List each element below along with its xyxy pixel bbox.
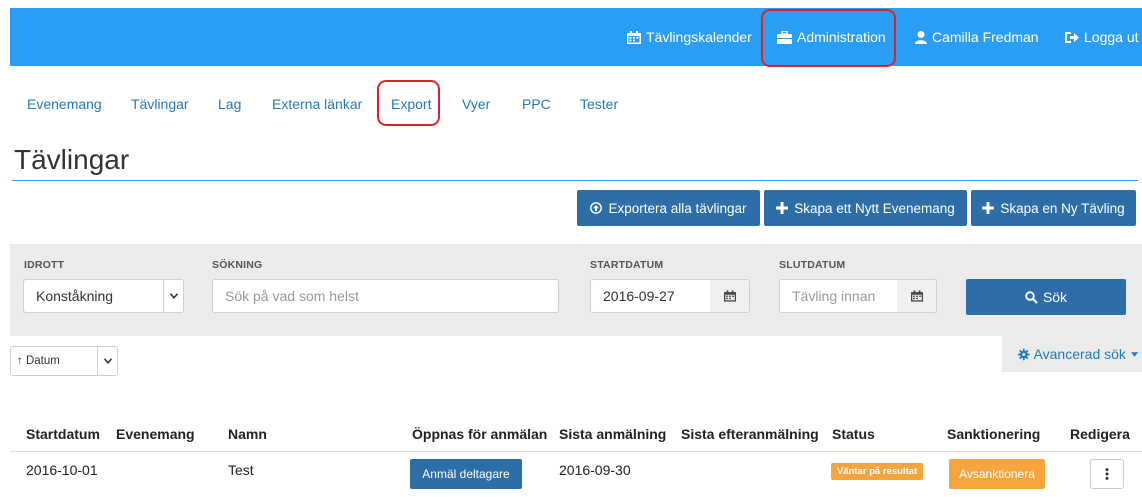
col-startdatum[interactable]: Startdatum	[26, 426, 100, 442]
subnav-externa-lankar[interactable]: Externa länkar	[272, 96, 362, 112]
chevron-down-icon	[163, 280, 183, 312]
subnav-evenemang[interactable]: Evenemang	[27, 96, 102, 112]
register-participant-button[interactable]: Anmäl deltagare	[410, 459, 522, 489]
advanced-search-toggle[interactable]: Avancerad sök	[1002, 336, 1142, 372]
col-oppnas[interactable]: Öppnas för anmälan	[412, 426, 547, 442]
create-competition-label: Skapa en Ny Tävling	[1000, 200, 1125, 216]
title-underline	[12, 180, 1138, 181]
col-status[interactable]: Status	[832, 426, 875, 442]
plus-icon	[776, 202, 789, 214]
table-header-divider	[10, 451, 1142, 452]
export-all-label: Exportera alla tävlingar	[608, 200, 747, 216]
startdate-calendar-button[interactable]	[710, 279, 750, 313]
logout-icon	[1065, 31, 1079, 43]
plus-icon	[982, 202, 995, 214]
page-title: Tävlingar	[14, 144, 130, 175]
create-event-label: Skapa ett Nytt Evenemang	[794, 200, 955, 216]
admin-highlight-box	[761, 9, 896, 67]
col-evenemang[interactable]: Evenemang	[116, 426, 195, 442]
startdate-label: STARTDATUM	[590, 259, 664, 271]
subnav-lag[interactable]: Lag	[218, 96, 241, 112]
col-sanktionering[interactable]: Sanktionering	[947, 426, 1040, 442]
cell-startdatum: 2016-10-01	[26, 462, 98, 478]
advanced-search-label: Avancerad sök	[1033, 346, 1126, 362]
search-input[interactable]: Sök på vad som helst	[212, 279, 559, 313]
circle-arrow-up-icon	[590, 202, 603, 214]
search-icon	[1025, 290, 1038, 304]
nav-tavlingskalender[interactable]: Tävlingskalender	[627, 8, 752, 66]
enddate-input[interactable]: Tävling innan	[779, 279, 898, 313]
calendar-icon	[627, 30, 641, 44]
nav-calendar-label: Tävlingskalender	[646, 29, 752, 45]
chevron-down-icon	[97, 347, 117, 375]
subnav-tester[interactable]: Tester	[580, 96, 618, 112]
col-sista-anmalning[interactable]: Sista anmälning	[559, 426, 666, 442]
status-badge: Väntar på resultat	[831, 463, 924, 480]
enddate-label: SLUTDATUM	[779, 259, 846, 271]
export-highlight-box	[377, 80, 440, 126]
nav-user[interactable]: Camilla Fredman	[915, 8, 1039, 66]
col-redigera: Redigera	[1070, 426, 1130, 442]
subnav-ppc[interactable]: PPC	[522, 96, 551, 112]
export-all-button[interactable]: Exportera alla tävlingar	[577, 190, 760, 226]
cell-sista-anmalning: 2016-09-30	[559, 462, 631, 478]
search-label: SÖKNING	[212, 259, 263, 271]
gear-icon	[1018, 348, 1030, 360]
sport-select[interactable]: Konståkning	[23, 279, 184, 313]
enddate-calendar-button[interactable]	[897, 279, 937, 313]
vertical-ellipsis-icon	[1105, 468, 1109, 480]
create-competition-button[interactable]: Skapa en Ny Tävling	[971, 190, 1136, 226]
sport-select-value: Konståkning	[36, 288, 114, 304]
col-namn[interactable]: Namn	[228, 426, 267, 442]
cell-namn[interactable]: Test	[228, 462, 254, 478]
calendar-icon	[910, 290, 923, 302]
calendar-icon	[723, 290, 736, 302]
startdate-input[interactable]: 2016-09-27	[590, 279, 711, 313]
sort-select-value: ↑ Datum	[17, 355, 60, 367]
caret-down-icon	[1130, 351, 1138, 357]
sport-label: IDROTT	[24, 259, 65, 271]
subnav-tavlingar[interactable]: Tävlingar	[131, 96, 189, 112]
search-button-label: Sök	[1042, 289, 1068, 305]
search-placeholder: Sök på vad som helst	[225, 288, 359, 304]
subnav-vyer[interactable]: Vyer	[462, 96, 490, 112]
search-button[interactable]: Sök	[966, 279, 1126, 315]
row-actions-button[interactable]	[1090, 459, 1124, 489]
nav-logout-label: Logga ut	[1084, 29, 1139, 45]
create-event-button[interactable]: Skapa ett Nytt Evenemang	[764, 190, 967, 226]
nav-user-label: Camilla Fredman	[932, 29, 1039, 45]
user-icon	[915, 30, 927, 44]
startdate-value: 2016-09-27	[603, 288, 675, 304]
sort-select[interactable]: ↑ Datum	[10, 346, 118, 376]
unsanction-button[interactable]: Avsanktionera	[949, 459, 1045, 489]
col-sista-efteranmalning[interactable]: Sista efteranmälning	[681, 426, 819, 442]
enddate-placeholder: Tävling innan	[792, 288, 876, 304]
nav-logout[interactable]: Logga ut	[1065, 8, 1139, 66]
